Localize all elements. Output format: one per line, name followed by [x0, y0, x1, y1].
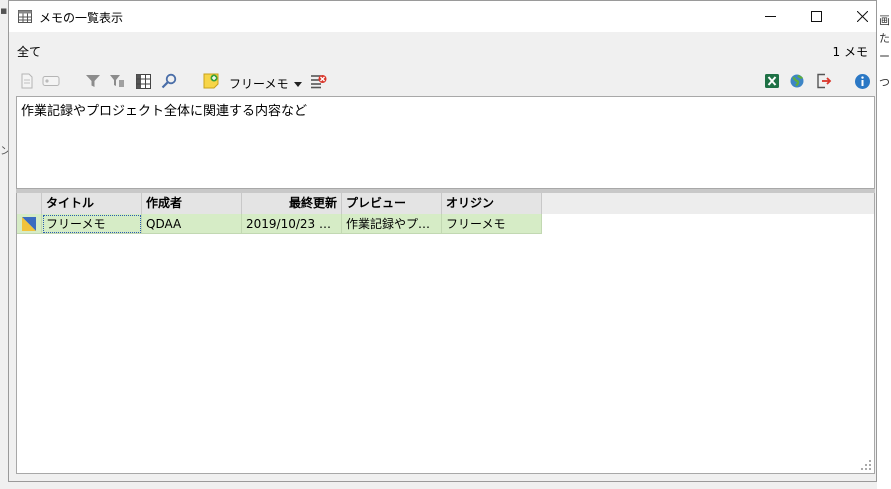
new-memo-icon: [203, 73, 219, 89]
exit-icon: [817, 73, 832, 89]
excel-icon: [765, 74, 779, 88]
resize-grip-icon[interactable]: [861, 460, 871, 470]
minimize-button[interactable]: [747, 1, 793, 32]
memo-row-icon: [22, 217, 36, 231]
close-button[interactable]: [839, 1, 885, 32]
new-memo-button[interactable]: [201, 71, 221, 91]
table-icon: [18, 10, 32, 23]
delete-list-icon: [310, 75, 326, 89]
background-app-right: 画 た ー つ: [877, 0, 891, 489]
document-icon: [21, 73, 33, 89]
tag-button[interactable]: [41, 71, 61, 91]
excel-export-button[interactable]: [762, 71, 782, 91]
header-title[interactable]: タイトル: [42, 193, 142, 214]
header-updated[interactable]: 最終更新: [242, 193, 342, 214]
background-app-left: ▪ ン: [0, 0, 11, 489]
cell-author[interactable]: QDAA: [142, 214, 242, 234]
filter-icon: [86, 75, 100, 87]
maximize-icon: [810, 11, 822, 22]
search-icon: [161, 73, 177, 89]
header-icon-column: [17, 193, 42, 214]
title-bar: メモの一覧表示: [9, 1, 876, 32]
delete-memo-button[interactable]: [308, 71, 328, 91]
scope-label[interactable]: 全て: [17, 43, 41, 60]
exit-button[interactable]: [814, 71, 834, 91]
grid-header: タイトル 作成者 最終更新 プレビュー オリジン: [17, 193, 874, 214]
filter-button[interactable]: [83, 71, 103, 91]
globe-icon: [790, 74, 804, 88]
cell-updated[interactable]: 2019/10/23 9:08: [242, 214, 342, 234]
maximize-button[interactable]: [793, 1, 839, 32]
close-icon: [856, 11, 868, 22]
memo-count: 1 メモ: [832, 45, 868, 59]
header-preview[interactable]: プレビュー: [342, 193, 442, 214]
header-author[interactable]: 作成者: [142, 193, 242, 214]
tag-icon: [42, 76, 60, 86]
web-export-button[interactable]: [787, 71, 807, 91]
memo-type-label: フリーメモ: [229, 77, 289, 91]
columns-icon: [135, 73, 151, 89]
search-button[interactable]: [159, 71, 179, 91]
memo-list-window: メモの一覧表示 全て 1 メモ フリーメモ 作業記録やプロジェクト全体に関連する…: [8, 0, 877, 482]
memo-type-dropdown[interactable]: フリーメモ: [229, 75, 302, 92]
header-origin[interactable]: オリジン: [442, 193, 542, 214]
chevron-down-icon: [293, 82, 302, 87]
row-icon-cell: [17, 214, 42, 234]
filter-settings-button[interactable]: [107, 71, 127, 91]
filter-bar: 全て 1 メモ: [9, 32, 876, 66]
cell-title[interactable]: フリーメモ: [42, 214, 142, 234]
cell-origin[interactable]: フリーメモ: [442, 214, 542, 234]
columns-button[interactable]: [133, 71, 153, 91]
info-icon: [854, 73, 870, 89]
info-button[interactable]: [852, 71, 872, 91]
document-button[interactable]: [17, 71, 37, 91]
toolbar: フリーメモ: [9, 66, 876, 96]
window-title: メモの一覧表示: [39, 11, 124, 25]
cell-preview[interactable]: 作業記録やプロ…: [342, 214, 442, 234]
memo-grid: タイトル 作成者 最終更新 プレビュー オリジン フリーメモ QDAA 2019…: [16, 193, 875, 474]
minimize-icon: [764, 16, 776, 17]
filter-settings-icon: [110, 75, 124, 87]
memo-text-area[interactable]: 作業記録やプロジェクト全体に関連する内容など: [16, 96, 875, 189]
